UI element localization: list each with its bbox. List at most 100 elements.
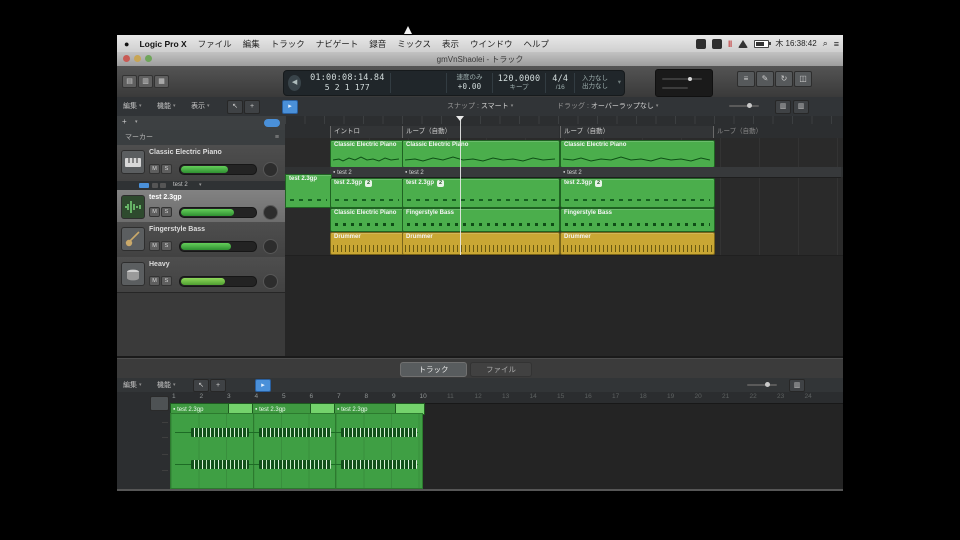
marker-loop-3[interactable]: ループ（自動） — [713, 126, 843, 138]
track-header-test2-audio[interactable]: test 2.3gp M S — [117, 190, 285, 223]
lcd-tempo-section[interactable]: 120.0000 キープ — [493, 73, 547, 93]
lcd-tempo-value[interactable]: 120.0000 — [498, 74, 541, 84]
pan-knob[interactable] — [263, 239, 278, 254]
menu-window[interactable]: ウインドウ — [470, 38, 513, 50]
mute-button[interactable]: M — [149, 207, 160, 217]
status-app-icon[interactable] — [695, 38, 706, 49]
volume-slider[interactable] — [179, 164, 257, 175]
tab-tracks[interactable]: トラック — [400, 362, 467, 377]
menu-mix[interactable]: ミックス — [397, 38, 431, 50]
menu-record[interactable]: 録音 — [369, 38, 386, 50]
arrange-canvas[interactable]: イントロ ループ（自動） ループ（自動） ループ（自動） Classic Ele… — [285, 116, 843, 356]
region-drummer-3[interactable]: Drummer — [560, 232, 715, 255]
editor-zoom-slider[interactable] — [747, 382, 777, 387]
arrange-view-menu[interactable]: 表示 ▾ — [191, 101, 210, 111]
add-track-button[interactable]: + — [122, 117, 127, 126]
menu-edit[interactable]: 編集 — [243, 38, 260, 50]
editor-functions-menu[interactable]: 機能 ▾ — [157, 380, 176, 390]
take-chip[interactable] — [152, 183, 158, 188]
region-bass-1[interactable]: Fingerstyle Bass — [402, 208, 560, 232]
editor-edit-menu[interactable]: 編集 ▾ — [123, 380, 142, 390]
library-toggle-button[interactable]: ▥ — [138, 75, 153, 88]
editor-catch-button[interactable]: ▸ — [255, 379, 271, 392]
lcd-io-section[interactable]: 入力なし 出力なし — [575, 73, 614, 93]
pan-knob[interactable] — [263, 162, 278, 177]
track-header-heavy-drummer[interactable]: Heavy M S — [117, 257, 285, 293]
marker-loop-1[interactable]: ループ（自動） — [402, 126, 559, 138]
solo-button[interactable]: S — [161, 164, 172, 174]
lcd-varispeed-value[interactable]: +0.00 — [458, 82, 482, 92]
playhead[interactable] — [460, 116, 461, 255]
volume-slider[interactable] — [179, 207, 257, 218]
menu-track[interactable]: トラック — [271, 38, 305, 50]
region-bass-2[interactable]: Fingerstyle Bass — [560, 208, 715, 232]
volume-slider[interactable] — [179, 276, 257, 287]
pan-knob[interactable] — [263, 274, 278, 289]
wifi-icon[interactable] — [738, 39, 749, 48]
waveform-zoom-button[interactable]: ▥ — [793, 100, 809, 114]
region-audio-1[interactable]: test 2.3gp 2 — [330, 178, 404, 208]
lcd-tempo-mode[interactable]: キープ — [509, 84, 528, 92]
track-name[interactable]: Classic Electric Piano — [149, 149, 222, 156]
master-volume-knob[interactable] — [688, 77, 692, 81]
marker-intro[interactable]: イントロ — [330, 126, 403, 138]
app-menu-name[interactable]: Logic Pro X — [139, 39, 186, 49]
toolbar-toggle-button[interactable]: ▤ — [122, 75, 137, 88]
tab-files[interactable]: ファイル — [470, 362, 532, 377]
notification-center-icon[interactable]: ≡ — [834, 39, 839, 49]
track-name[interactable]: test 2.3gp — [149, 194, 182, 201]
menu-view[interactable]: 表示 — [442, 38, 459, 50]
region-audio-partial[interactable]: test 2.3gp — [285, 174, 332, 208]
horizontal-zoom-slider[interactable] — [729, 103, 759, 108]
lcd-flag-icon[interactable]: ▾ — [618, 79, 621, 87]
solo-button[interactable]: S — [161, 276, 172, 286]
lcd-varispeed-section[interactable]: 速度のみ +0.00 — [447, 73, 493, 93]
apple-menu-icon[interactable]: ● — [124, 39, 129, 49]
command-click-tool-menu[interactable]: + — [244, 100, 260, 114]
lcd-varispeed-mode[interactable]: 速度のみ — [457, 74, 483, 82]
editor-cmd-tool-menu[interactable]: + — [210, 379, 226, 392]
global-marker-lane-header[interactable]: マーカー ≡ — [117, 130, 285, 146]
lcd-signature-section[interactable]: 4/4 /16 — [546, 73, 576, 93]
screen-recording-indicator-icon[interactable]: ‖ — [728, 39, 732, 49]
lcd-bar-position[interactable]: 5 2 1 177 — [325, 83, 370, 93]
take-chip[interactable] — [160, 183, 166, 188]
drag-menu[interactable]: ドラッグ : オーバーラップなし ▾ — [557, 101, 658, 111]
region-piano-2[interactable]: Classic Electric Piano — [402, 140, 560, 168]
menu-navigate[interactable]: ナビゲート — [316, 38, 359, 50]
editor-waveform-region[interactable] — [170, 413, 423, 489]
editor-vzoom-button[interactable]: ▥ — [789, 379, 805, 392]
menu-bar-clock[interactable]: 木 16:38:42 — [775, 38, 816, 49]
browsers-button[interactable]: ◫ — [794, 71, 812, 87]
lcd-division[interactable]: /16 — [556, 84, 565, 92]
region-audio-3[interactable]: test 2.3gp 2 — [560, 178, 715, 208]
lcd-midi-input[interactable]: 入力なし — [582, 75, 608, 83]
track-header-blue-toggle[interactable] — [264, 119, 280, 127]
inspector-toggle-button[interactable]: ▦ — [154, 75, 169, 88]
region-audio-2[interactable]: test 2.3gp 2 — [402, 178, 560, 208]
bar-ruler[interactable]: イントロ ループ（自動） ループ（自動） ループ（自動） — [285, 116, 843, 139]
vertical-zoom-button[interactable]: ▥ — [775, 100, 791, 114]
volume-slider[interactable] — [179, 241, 257, 252]
mute-button[interactable]: M — [149, 276, 160, 286]
note-pads-button[interactable]: ✎ — [756, 71, 774, 87]
master-volume[interactable] — [655, 69, 713, 97]
marker-loop-2[interactable]: ループ（自動） — [560, 126, 714, 138]
take-active-chip[interactable] — [139, 183, 149, 188]
take-folder-lane[interactable]: ● test 2 ● test 2 ● test 2 — [330, 167, 841, 178]
marker-list-icon[interactable]: ≡ — [275, 130, 279, 145]
region-piano-copy[interactable]: Classic Electric Piano — [330, 208, 404, 232]
lcd-time-signature[interactable]: 4/4 — [552, 74, 568, 84]
window-bottom-edge[interactable] — [117, 489, 843, 491]
editor-content[interactable]: ● test 2.3gp ● test 2.3gp ● test 2.3gp — [117, 392, 843, 489]
left-click-tool-menu[interactable]: ↖ — [227, 100, 243, 114]
solo-button[interactable]: S — [161, 207, 172, 217]
apple-loops-button[interactable]: ↻ — [775, 71, 793, 87]
arrange-edit-menu[interactable]: 編集 ▾ — [123, 101, 142, 111]
mute-button[interactable]: M — [149, 241, 160, 251]
menu-help[interactable]: ヘルプ — [524, 38, 550, 50]
editor-track-icon-box[interactable] — [150, 396, 169, 411]
mute-button[interactable]: M — [149, 164, 160, 174]
lcd-midi-output[interactable]: 出力なし — [582, 83, 608, 91]
snap-menu[interactable]: スナップ : スマート ▾ — [447, 101, 513, 111]
